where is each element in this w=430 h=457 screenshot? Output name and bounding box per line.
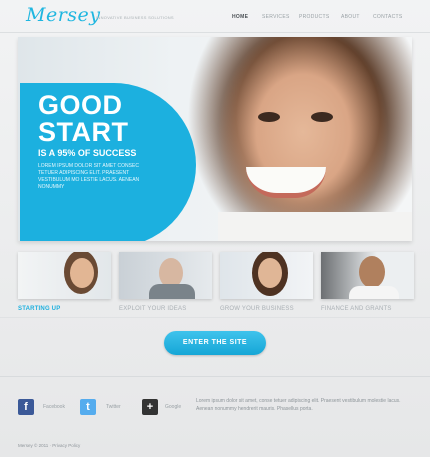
thumb-shirt bbox=[349, 286, 399, 299]
footer-copyright: Mersey © 2011 · Privacy Policy bbox=[18, 443, 81, 448]
enter-site-button[interactable]: ENTER THE SITE bbox=[164, 331, 266, 355]
google-plus-icon[interactable]: + bbox=[142, 399, 158, 415]
twitter-icon[interactable]: t bbox=[80, 399, 96, 415]
thumb-face bbox=[359, 256, 385, 288]
feature-label-grow-business[interactable]: GROW YOUR BUSINESS bbox=[220, 306, 294, 312]
feature-thumb-exploit-ideas[interactable] bbox=[119, 252, 212, 299]
section-divider bbox=[0, 317, 430, 318]
feature-label-starting-up[interactable]: STARTING UP bbox=[18, 306, 60, 312]
feature-label-finance-grants[interactable]: FINANCE AND GRANTS bbox=[321, 306, 392, 312]
feature-thumb-starting-up[interactable] bbox=[18, 252, 111, 299]
feature-thumb-finance-grants[interactable] bbox=[321, 252, 414, 299]
hero-photo-eye bbox=[311, 112, 333, 122]
thumb-face bbox=[258, 258, 282, 288]
hero-title-line2: START bbox=[38, 117, 129, 147]
nav-contacts[interactable]: CONTACTS bbox=[373, 14, 403, 20]
footer-divider bbox=[0, 376, 430, 377]
hero-title: GOOD START bbox=[38, 92, 129, 146]
google-label[interactable]: Google bbox=[165, 404, 181, 410]
nav-about[interactable]: ABOUT bbox=[341, 14, 360, 20]
hero-banner: GOOD START IS A 95% OF SUCCESS LOREM IPS… bbox=[18, 37, 412, 241]
nav-services[interactable]: SERVICES bbox=[262, 14, 290, 20]
nav-home[interactable]: HOME bbox=[232, 14, 248, 20]
facebook-icon[interactable]: f bbox=[18, 399, 34, 415]
site-logo[interactable]: Mersey bbox=[26, 4, 101, 26]
thumb-suit bbox=[149, 284, 195, 299]
nav-products[interactable]: PRODUCTS bbox=[299, 14, 329, 20]
footer-text: Lorem ipsum dolor sit amet, conse tetuer… bbox=[196, 398, 401, 412]
site-tagline: INNOVATIVE BUSINESS SOLUTIONS bbox=[96, 15, 174, 20]
hero-photo-shirt bbox=[218, 212, 412, 241]
header-divider bbox=[0, 32, 430, 33]
feature-label-exploit-ideas[interactable]: EXPLOIT YOUR IDEAS bbox=[119, 306, 186, 312]
hero-subtitle: IS A 95% OF SUCCESS bbox=[38, 148, 137, 158]
hero-body-text: LOREM IPSUM DOLOR SIT AMET CONSEC TETUER… bbox=[38, 163, 140, 190]
facebook-label[interactable]: Facebook bbox=[43, 404, 65, 410]
feature-thumb-grow-business[interactable] bbox=[220, 252, 313, 299]
hero-photo-eye bbox=[258, 112, 280, 122]
thumb-face bbox=[70, 258, 94, 288]
hero-title-line1: GOOD bbox=[38, 90, 123, 120]
twitter-label[interactable]: Twitter bbox=[106, 404, 121, 410]
page: Mersey INNOVATIVE BUSINESS SOLUTIONS HOM… bbox=[0, 0, 430, 457]
